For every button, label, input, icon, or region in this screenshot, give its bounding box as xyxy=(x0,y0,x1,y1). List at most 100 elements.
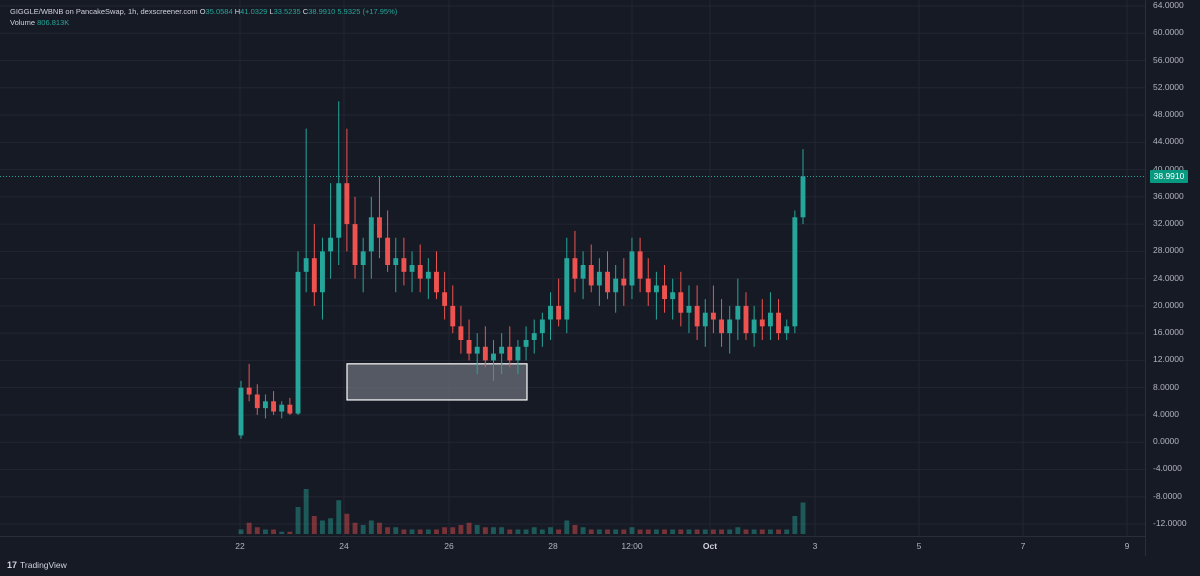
volume-bar xyxy=(515,529,521,534)
candle-body xyxy=(279,404,285,412)
price-tick-label: 16.0000 xyxy=(1153,327,1184,338)
candle-body xyxy=(246,387,252,395)
candle-body xyxy=(613,278,619,293)
bottom-bar xyxy=(0,556,1200,576)
volume-bar xyxy=(238,529,244,534)
candle-body xyxy=(621,278,627,286)
volume-bar xyxy=(776,529,782,534)
candle-body xyxy=(515,346,521,361)
candle-body xyxy=(572,258,578,279)
tradingview-name: TradingView xyxy=(20,560,67,570)
candle-body xyxy=(694,305,700,327)
volume-bar xyxy=(784,529,790,534)
candle-body xyxy=(678,292,684,313)
time-axis[interactable] xyxy=(0,536,1145,557)
candle-body xyxy=(450,305,456,327)
time-tick-label: 3 xyxy=(812,541,818,551)
candle-body xyxy=(409,265,415,272)
high-value: 41.0329 xyxy=(240,7,268,16)
highlight-box xyxy=(346,363,528,401)
candle-body xyxy=(271,401,277,412)
volume-bar xyxy=(295,507,301,534)
tradingview-logo[interactable]: 17 TradingView xyxy=(7,560,67,570)
candle-body xyxy=(287,404,293,414)
candle-body xyxy=(531,333,537,340)
price-tick-label: 48.0000 xyxy=(1153,109,1184,120)
candle-body xyxy=(385,237,391,265)
volume-bar xyxy=(352,522,358,534)
volume-bar xyxy=(499,527,505,534)
volume-bar xyxy=(393,527,399,534)
time-tick-label: 7 xyxy=(1020,541,1026,551)
volume-bar xyxy=(401,529,407,534)
time-tick-label: 12:00 xyxy=(621,541,643,551)
volume-bar xyxy=(759,529,765,534)
candle-body xyxy=(328,237,334,252)
candle-body xyxy=(548,305,553,320)
candle-body xyxy=(303,258,309,272)
volume-bar xyxy=(279,531,285,534)
price-tick-label: 4.0000 xyxy=(1153,408,1179,419)
volume-bar xyxy=(686,529,692,534)
candle-body xyxy=(523,339,529,347)
volume-bar xyxy=(613,529,619,534)
volume-bar xyxy=(596,529,602,534)
low-value: 33.5235 xyxy=(273,7,301,16)
price-tick-label: 32.0000 xyxy=(1153,218,1184,229)
candle-body xyxy=(474,346,480,354)
time-tick-label: Oct xyxy=(702,541,718,551)
volume-bar xyxy=(572,525,578,534)
volume-bar xyxy=(710,529,716,534)
price-tick-label: 52.0000 xyxy=(1153,81,1184,92)
volume-bar xyxy=(539,529,545,534)
candle-body xyxy=(710,312,716,320)
price-tick-label: -12.0000 xyxy=(1153,518,1187,528)
volume-bar xyxy=(767,529,773,534)
candle-body xyxy=(637,251,643,279)
candle-body xyxy=(743,305,749,334)
change-value: 5.9325 (+17.95%) xyxy=(337,7,398,16)
volume-bar xyxy=(662,529,667,534)
price-tick-label: -4.0000 xyxy=(1153,463,1182,474)
volume-bar xyxy=(344,513,350,534)
candle-body xyxy=(596,271,602,286)
volume-bar xyxy=(548,527,553,534)
candle-body xyxy=(776,312,782,334)
close-value: 38.9910 xyxy=(308,7,336,16)
candle-body xyxy=(254,394,260,409)
volume-bar xyxy=(409,529,415,534)
candle-body xyxy=(401,258,407,272)
volume-bar xyxy=(605,529,610,534)
time-tick-label: 24 xyxy=(339,541,349,551)
candle-body xyxy=(629,251,635,286)
price-tick-label: 20.0000 xyxy=(1153,299,1184,310)
volume-bar xyxy=(523,529,529,534)
volume-bar xyxy=(320,520,325,534)
time-tick-label: 26 xyxy=(444,541,454,551)
candle-body xyxy=(653,285,659,293)
price-tick-label: 60.0000 xyxy=(1153,27,1184,38)
price-chart[interactable] xyxy=(0,0,1145,556)
volume-bar xyxy=(482,527,488,534)
volume-bar xyxy=(303,489,309,534)
price-tick-label: 28.0000 xyxy=(1153,245,1184,256)
time-tick-label: 9 xyxy=(1124,541,1130,551)
volume-bar xyxy=(727,529,733,534)
chart-area[interactable] xyxy=(0,0,1145,556)
symbol-title: GIGGLE/WBNB on PancakeSwap, 1h, dexscree… xyxy=(10,7,198,16)
candle-body xyxy=(580,265,586,279)
price-tick-label: 0.0000 xyxy=(1153,436,1179,447)
volume-bar xyxy=(653,529,659,534)
candle-body xyxy=(792,217,798,327)
candle-body xyxy=(491,353,496,361)
candle-body xyxy=(751,319,757,334)
volume-bar xyxy=(531,527,537,534)
volume-bar xyxy=(580,527,586,534)
volume-bar xyxy=(360,525,366,534)
candle-body xyxy=(336,183,342,238)
candle-body xyxy=(434,271,439,293)
volume-bar xyxy=(474,525,480,534)
candle-body xyxy=(499,346,505,354)
price-tick-label: -8.0000 xyxy=(1153,490,1182,501)
candle-body xyxy=(588,265,594,286)
